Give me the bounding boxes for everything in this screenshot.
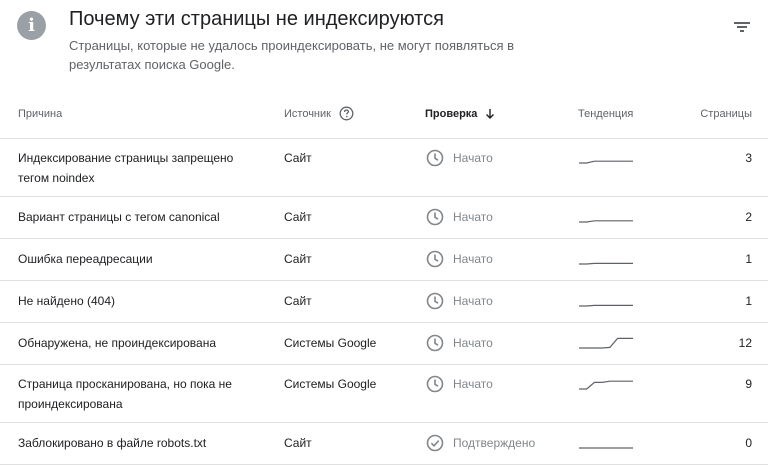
column-header-trend[interactable]: Тенденция xyxy=(578,90,633,138)
row-pages: 2 xyxy=(745,210,752,224)
row-reason: Ошибка переадресации xyxy=(18,252,153,266)
column-header-check[interactable]: Проверка xyxy=(425,90,495,138)
filter-icon xyxy=(734,22,750,32)
row-source: Сайт xyxy=(284,252,312,266)
row-pages: 3 xyxy=(745,151,752,165)
row-status-label: Начато xyxy=(453,336,493,350)
table-row[interactable]: Вариант страницы с тегом canonical Сайт … xyxy=(0,197,768,239)
row-trend-sparkline xyxy=(579,380,633,390)
row-status: Начато xyxy=(426,333,493,353)
row-status-label: Начато xyxy=(453,252,493,266)
help-circle-icon[interactable] xyxy=(339,106,354,121)
row-trend-sparkline xyxy=(579,304,633,307)
row-source: Сайт xyxy=(284,294,312,308)
trend-line xyxy=(579,304,633,307)
row-reason: Страница просканирована, но пока не прои… xyxy=(18,377,232,411)
clock-icon xyxy=(426,292,444,310)
trend-line xyxy=(579,160,633,164)
row-source: Сайт xyxy=(284,436,312,450)
column-header-reason[interactable]: Причина xyxy=(18,90,62,138)
row-source: Сайт xyxy=(284,210,312,224)
row-trend-sparkline xyxy=(579,262,633,265)
clock-icon xyxy=(426,334,444,352)
row-status-label: Начато xyxy=(453,210,493,224)
row-pages: 0 xyxy=(745,436,752,450)
table-row[interactable]: Не найдено (404) Сайт Начато 1 xyxy=(0,281,768,323)
row-pages: 1 xyxy=(745,294,752,308)
reasons-table: Причина Источник Проверка Тенденция Стра… xyxy=(0,90,768,465)
table-row[interactable]: Обнаружена, не проиндексирована Системы … xyxy=(0,323,768,365)
trend-line xyxy=(579,337,633,349)
column-header-pages[interactable]: Страницы xyxy=(700,90,752,138)
arrow-down-icon xyxy=(486,109,495,119)
row-status: Начато xyxy=(426,249,493,269)
row-status: Начато xyxy=(426,374,493,394)
table-row[interactable]: Индексирование страницы запрещено тегом … xyxy=(0,139,768,197)
card-header: i Почему эти страницы не индексируются С… xyxy=(0,0,768,90)
row-status: Подтверждено xyxy=(426,433,535,453)
check-circle-icon xyxy=(426,434,444,452)
row-source: Системы Google xyxy=(284,377,377,391)
trend-line xyxy=(579,262,633,265)
row-reason: Заблокировано в файле robots.txt xyxy=(18,436,207,450)
row-pages: 1 xyxy=(745,252,752,266)
row-pages: 9 xyxy=(745,377,752,391)
row-status-label: Начато xyxy=(453,294,493,308)
trend-line xyxy=(579,380,633,390)
page-title: Почему эти страницы не индексируются xyxy=(69,8,444,30)
info-icon: i xyxy=(17,11,46,40)
row-status: Начато xyxy=(426,148,493,168)
column-header-check-label: Проверка xyxy=(425,108,478,120)
row-pages: 12 xyxy=(738,336,752,350)
row-source: Системы Google xyxy=(284,336,377,350)
row-trend-sparkline xyxy=(579,160,633,164)
row-status: Начато xyxy=(426,291,493,311)
row-reason: Не найдено (404) xyxy=(18,294,116,308)
clock-icon xyxy=(426,208,444,226)
column-header-source[interactable]: Источник xyxy=(284,90,331,138)
row-status-label: Подтверждено xyxy=(453,436,536,450)
clock-icon xyxy=(426,250,444,268)
table-row[interactable]: Страница просканирована, но пока не прои… xyxy=(0,365,768,423)
row-reason: Вариант страницы с тегом canonical xyxy=(18,210,220,224)
row-status-label: Начато xyxy=(453,377,493,391)
row-source: Сайт xyxy=(284,151,312,165)
row-trend-sparkline xyxy=(579,337,633,349)
table-header: Причина Источник Проверка Тенденция Стра… xyxy=(0,90,768,139)
row-status-label: Начато xyxy=(453,151,493,165)
page-subtitle: Страницы, которые не удалось проиндексир… xyxy=(69,38,515,72)
row-reason: Обнаружена, не проиндексирована xyxy=(18,336,216,350)
clock-icon xyxy=(426,149,444,167)
trend-line xyxy=(579,220,633,223)
row-status: Начато xyxy=(426,207,493,227)
filter-button[interactable] xyxy=(727,14,757,40)
row-trend-sparkline xyxy=(579,447,633,449)
table-row[interactable]: Ошибка переадресации Сайт Начато 1 xyxy=(0,239,768,281)
clock-icon xyxy=(426,375,444,393)
row-reason: Индексирование страницы запрещено тегом … xyxy=(18,151,234,185)
row-trend-sparkline xyxy=(579,220,633,223)
